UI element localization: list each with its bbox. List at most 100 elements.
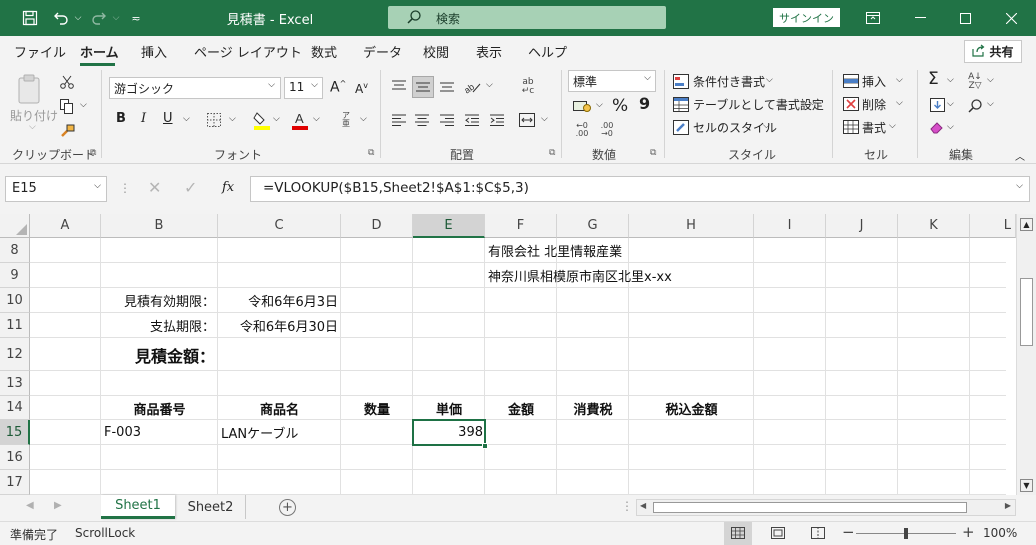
vertical-scroll-thumb[interactable] (1020, 278, 1033, 346)
copy-icon[interactable] (57, 96, 77, 116)
decrease-indent-icon[interactable] (462, 110, 482, 130)
decrease-decimal-icon[interactable]: .00 →0 (596, 120, 618, 140)
cell-d14[interactable]: 数量 (341, 396, 413, 420)
horizontal-scroll-thumb[interactable] (653, 502, 967, 513)
minimize-icon[interactable] (905, 0, 935, 36)
wrap-text-icon[interactable]: ab ↵c (518, 76, 538, 98)
increase-decimal-icon[interactable]: ←0.00 (571, 120, 593, 140)
row-header[interactable]: 9 (0, 263, 30, 288)
page-layout-view-button[interactable] (764, 522, 792, 545)
row-header-active[interactable]: 15 (0, 420, 30, 445)
cell-f14[interactable]: 金額 (485, 396, 557, 420)
increase-indent-icon[interactable] (487, 110, 507, 130)
font-color-dropdown-icon[interactable]: ⌵ (313, 114, 320, 124)
format-cells-label[interactable]: 書式 (862, 119, 886, 136)
scroll-right-icon[interactable]: ▶ (1005, 501, 1011, 510)
share-button[interactable]: 共有 (964, 40, 1022, 63)
cell-c15[interactable]: LANケーブル (221, 420, 298, 445)
merge-center-icon[interactable] (516, 110, 538, 130)
cell-styles-dropdown-icon[interactable]: ⌵ (763, 121, 770, 131)
collapse-ribbon-icon[interactable]: ︿ (1015, 148, 1025, 163)
scroll-up-icon[interactable]: ▲ (1020, 218, 1033, 231)
row-header[interactable]: 10 (0, 288, 30, 313)
bold-icon[interactable]: B (116, 111, 126, 126)
autosum-icon[interactable]: Σ (928, 69, 939, 89)
format-as-table-icon[interactable] (672, 95, 690, 113)
sort-filter-dropdown-icon[interactable]: ⌵ (987, 75, 994, 85)
format-as-table-label[interactable]: テーブルとして書式設定 (693, 96, 824, 113)
fill-handle[interactable] (482, 443, 488, 449)
copy-dropdown-icon[interactable]: ⌵ (80, 100, 87, 110)
active-cell-selection[interactable] (412, 419, 486, 446)
underline-icon[interactable]: U (163, 111, 173, 126)
tab-data[interactable]: データ (363, 42, 402, 61)
row-header[interactable]: 16 (0, 445, 30, 470)
tab-file[interactable]: ファイル (14, 42, 66, 61)
close-icon[interactable] (996, 0, 1026, 36)
row-header[interactable]: 8 (0, 238, 30, 263)
sort-filter-icon[interactable]: A↓ Z▽ (965, 72, 985, 92)
zoom-out-icon[interactable]: − (842, 523, 855, 541)
clear-dropdown-icon[interactable]: ⌵ (947, 122, 954, 132)
tab-home[interactable]: ホーム (80, 42, 119, 61)
sheet-scroll-left-icon[interactable]: ◀ (26, 500, 34, 511)
percent-style-icon[interactable]: % (612, 96, 628, 116)
maximize-icon[interactable] (950, 0, 980, 36)
conditional-dropdown-icon[interactable]: ⌵ (766, 75, 773, 85)
font-launcher-icon[interactable]: ⧉ (368, 148, 374, 158)
cell-b12[interactable]: 見積金額： (101, 338, 215, 371)
find-select-dropdown-icon[interactable]: ⌵ (987, 99, 994, 109)
horizontal-scrollbar[interactable]: ◀ ▶ (636, 499, 1016, 516)
format-cells-icon[interactable] (842, 118, 860, 136)
insert-cells-icon[interactable] (842, 72, 860, 90)
tab-page-layout[interactable]: ページ レイアウト (194, 42, 302, 61)
comma-style-icon[interactable]: 9 (639, 94, 650, 113)
zoom-in-icon[interactable]: + (962, 523, 975, 541)
cell-b14[interactable]: 商品番号 (101, 396, 218, 420)
ribbon-display-options-icon[interactable] (858, 0, 888, 36)
tab-split-grip-icon[interactable]: ⋮ (621, 499, 633, 513)
tab-review[interactable]: 校閲 (423, 42, 449, 61)
decrease-font-size-icon[interactable]: Av (355, 81, 368, 96)
autosum-dropdown-icon[interactable]: ⌵ (947, 75, 954, 85)
phonetic-guide-icon[interactable]: ア亜 (338, 110, 354, 130)
merge-dropdown-icon[interactable]: ⌵ (541, 114, 548, 124)
cell-c10[interactable]: 令和6年6月3日 (218, 288, 338, 313)
scroll-down-icon[interactable]: ▼ (1020, 479, 1033, 492)
cell-f8[interactable]: 有限会社 北里情報産業 (488, 238, 622, 263)
tab-insert[interactable]: 挿入 (141, 42, 167, 61)
underline-dropdown-icon[interactable]: ⌵ (183, 114, 190, 124)
tab-view[interactable]: 表示 (476, 42, 502, 61)
row-header[interactable]: 17 (0, 470, 30, 495)
paste-icon[interactable] (12, 72, 48, 106)
conditional-formatting-icon[interactable] (672, 72, 690, 90)
column-header[interactable]: D (341, 214, 413, 238)
row-header[interactable]: 12 (0, 338, 30, 371)
orientation-dropdown-icon[interactable]: ⌵ (486, 80, 493, 90)
row-header[interactable]: 13 (0, 371, 30, 396)
column-header[interactable]: B (101, 214, 218, 238)
borders-icon[interactable] (205, 111, 223, 129)
cell-styles-icon[interactable] (672, 118, 690, 136)
tab-help[interactable]: ヘルプ (528, 42, 567, 61)
customize-toolbar-icon[interactable]: ≂ (128, 0, 144, 36)
middle-align-icon[interactable] (412, 76, 434, 98)
font-name-combo[interactable]: 游ゴシック ⌵ (109, 77, 281, 99)
undo-icon[interactable] (50, 0, 72, 36)
increase-font-size-icon[interactable]: A^ (330, 79, 346, 96)
column-header[interactable]: H (629, 214, 754, 238)
new-sheet-icon[interactable]: + (279, 499, 296, 516)
search-box[interactable]: 検索 (388, 6, 666, 29)
column-header[interactable]: K (898, 214, 970, 238)
delete-cells-icon[interactable] (842, 95, 860, 113)
column-header[interactable]: I (754, 214, 826, 238)
align-right-icon[interactable] (437, 110, 457, 130)
font-color-icon[interactable]: A (290, 109, 310, 131)
scroll-left-icon[interactable]: ◀ (640, 501, 646, 510)
cell-b11[interactable]: 支払期限： (101, 313, 215, 338)
fill-color-dropdown-icon[interactable]: ⌵ (273, 114, 280, 124)
column-header[interactable]: G (557, 214, 629, 238)
cell-h14[interactable]: 税込金額 (629, 396, 754, 420)
bottom-align-icon[interactable] (437, 76, 457, 96)
sheet-tab-active[interactable]: Sheet1 (101, 495, 175, 519)
